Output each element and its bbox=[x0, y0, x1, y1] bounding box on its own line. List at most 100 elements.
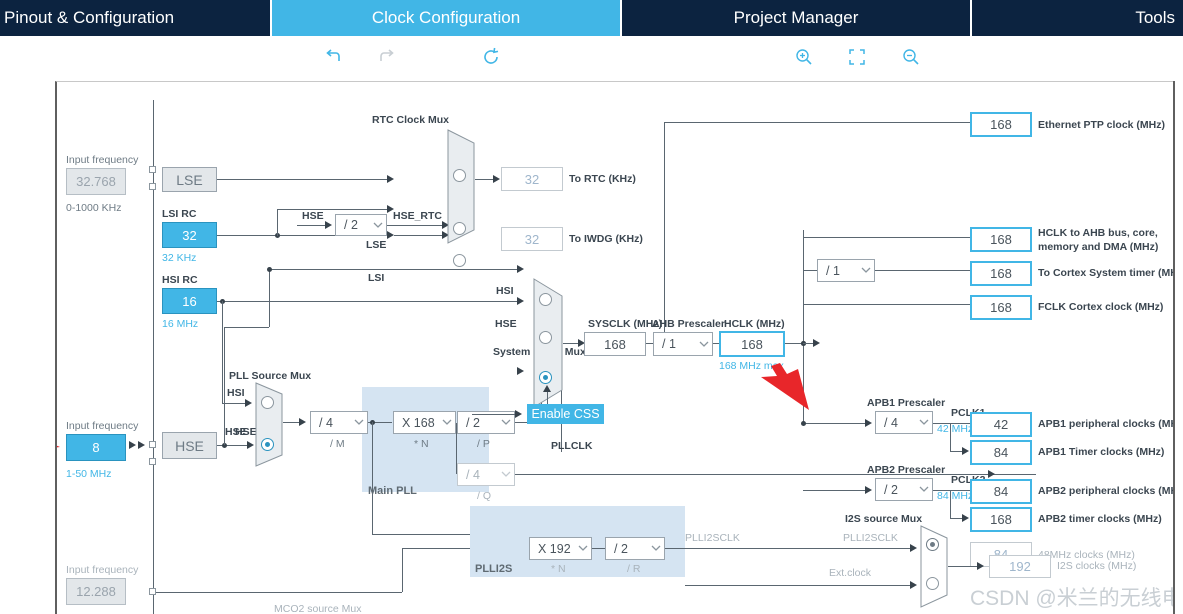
hse-pllmux-arrow bbox=[247, 441, 254, 449]
output-apb2-peripheral-field[interactable]: 84 bbox=[970, 479, 1032, 504]
rtc-mux-option-hse-rtc[interactable] bbox=[453, 169, 466, 182]
i2s-mux-option-plli2sclk[interactable] bbox=[926, 538, 939, 551]
clock-tree-canvas[interactable]: Input frequency 32.768 0-1000 KHz LSE LS… bbox=[55, 81, 1173, 614]
pll-source-option-hse[interactable] bbox=[261, 438, 274, 451]
to-rtc-output-field[interactable]: 32 bbox=[501, 167, 563, 191]
plli2s-n-multiplier-select[interactable]: X 192 bbox=[529, 537, 592, 560]
tab-clock-configuration[interactable]: Clock Configuration bbox=[272, 0, 622, 36]
undo-icon[interactable] bbox=[320, 44, 346, 70]
i2s-input-pin[interactable] bbox=[149, 588, 156, 595]
apb2-prescaler-value: / 2 bbox=[884, 482, 898, 497]
i2s-input-wire bbox=[156, 592, 402, 593]
sysmux-option-pllclk[interactable] bbox=[539, 371, 552, 384]
hse-top-seg bbox=[224, 327, 269, 328]
lsi-branch-top bbox=[277, 209, 387, 210]
hse-to-sysmux bbox=[269, 269, 517, 270]
pll-source-mux[interactable] bbox=[255, 382, 283, 467]
lse-range-label: 0-1000 KHz bbox=[66, 202, 122, 214]
i2s-clocks-output-field[interactable]: 192 bbox=[989, 555, 1051, 578]
fit-to-screen-icon[interactable] bbox=[844, 44, 870, 70]
output-fclk-cortex-field[interactable]: 168 bbox=[970, 295, 1032, 320]
plli2s-r-label: / R bbox=[627, 563, 641, 575]
tab-label: Pinout & Configuration bbox=[4, 8, 175, 27]
redo-icon[interactable] bbox=[374, 44, 400, 70]
chevron-down-icon bbox=[351, 412, 367, 433]
hclk-title: HCLK (MHz) bbox=[724, 318, 785, 330]
hse-input-frequency-field[interactable]: 8 bbox=[66, 434, 126, 461]
pll-n-label: * N bbox=[414, 438, 429, 450]
sysclk-title: SYSCLK (MHz) bbox=[588, 318, 663, 330]
output-cortex-system-timer-field[interactable]: 168 bbox=[970, 261, 1032, 286]
i2s-out-arrow bbox=[977, 562, 984, 570]
chevron-down-icon bbox=[370, 215, 386, 235]
rtc-hse-wire bbox=[297, 225, 327, 226]
hsi-value-field[interactable]: 16 bbox=[162, 288, 217, 314]
lse-input-frequency-field[interactable]: 32.768 bbox=[66, 168, 126, 195]
pll-source-option-hsi[interactable] bbox=[261, 396, 274, 409]
ahb-prescaler-value: / 1 bbox=[662, 337, 676, 351]
hsi-to-pllmux bbox=[222, 403, 246, 404]
lsi-value-field[interactable]: 32 bbox=[162, 222, 217, 248]
tab-project-manager[interactable]: Project Manager bbox=[622, 0, 972, 36]
lse-block[interactable]: LSE bbox=[162, 167, 217, 192]
tab-pinout-configuration[interactable]: Pinout & Configuration bbox=[0, 0, 272, 36]
hclk-value-field[interactable]: 168 bbox=[719, 331, 785, 357]
enable-css-button[interactable]: Enable CSS bbox=[527, 404, 604, 424]
cortex-divider-value: / 1 bbox=[826, 263, 840, 278]
lse-pin-bottom[interactable] bbox=[149, 183, 156, 190]
pll-q-divider-select[interactable]: / 4 bbox=[457, 463, 515, 486]
zoom-out-icon[interactable] bbox=[898, 44, 924, 70]
lsi-title: LSI RC bbox=[162, 208, 197, 220]
tab-tools[interactable]: Tools bbox=[972, 0, 1183, 36]
reload-icon[interactable] bbox=[478, 44, 504, 70]
hse-block[interactable]: HSE bbox=[162, 432, 217, 459]
hse-pin-bottom[interactable] bbox=[149, 458, 156, 465]
hsi-wire bbox=[217, 301, 517, 302]
lse-pin-top[interactable] bbox=[149, 166, 156, 173]
rtc-mux-option-lsi[interactable] bbox=[453, 254, 466, 267]
i2s-input-frequency-field[interactable]: 12.288 bbox=[66, 578, 126, 605]
apb1-prescaler-title: APB1 Prescaler bbox=[867, 397, 946, 409]
output-apb1-timer-field[interactable]: 84 bbox=[970, 440, 1032, 465]
sysmux-option-hsi[interactable] bbox=[539, 293, 552, 306]
hse-pin-top[interactable] bbox=[149, 441, 156, 448]
pll-q-value: / 4 bbox=[466, 467, 480, 482]
plli2sclk-wire bbox=[665, 548, 913, 549]
apb1-timer-in-arrow bbox=[962, 447, 969, 455]
zoom-in-icon[interactable] bbox=[791, 44, 817, 70]
output-ethernet-ptp-field[interactable]: 168 bbox=[970, 112, 1032, 137]
ahb-prescaler-select[interactable]: / 1 bbox=[653, 332, 713, 356]
pll-n-multiplier-select[interactable]: X 168 bbox=[393, 411, 456, 434]
apb2-timer-in-arrow bbox=[962, 514, 969, 522]
sysmux-option-hse[interactable] bbox=[539, 331, 552, 344]
pll-m-label: / M bbox=[330, 438, 345, 450]
rtc-hse-divider-select[interactable]: / 2 bbox=[335, 214, 387, 236]
apb2-arrow bbox=[865, 486, 872, 494]
output-cortex-system-timer-label: To Cortex System timer (MHz) bbox=[1038, 267, 1173, 279]
apb2-prescaler-select[interactable]: / 2 bbox=[875, 478, 933, 501]
rtc-hse-label: HSE bbox=[302, 210, 324, 222]
pll-m-divider-select[interactable]: / 4 bbox=[310, 411, 368, 434]
hsi-title: HSI RC bbox=[162, 274, 198, 286]
output-apb1-peripheral-field[interactable]: 42 bbox=[970, 412, 1032, 437]
output-apb2-timer-field[interactable]: 168 bbox=[970, 507, 1032, 532]
plli2s-r-divider-select[interactable]: / 2 bbox=[605, 537, 665, 560]
lse-wire-arrow bbox=[387, 175, 394, 183]
cortex-system-timer-divider-select[interactable]: / 1 bbox=[817, 259, 875, 282]
mco2-source-mux-title: MCO2 source Mux bbox=[274, 603, 362, 614]
sysclk-value-field[interactable]: 168 bbox=[584, 332, 646, 356]
main-tab-bar: Pinout & Configuration Clock Configurati… bbox=[0, 0, 1183, 36]
hse-in-arrow2 bbox=[138, 441, 145, 449]
main-pll-title: Main PLL bbox=[368, 485, 417, 497]
i2s-mux-plli2sclk-label: PLLI2SCLK bbox=[843, 532, 898, 544]
apb1-prescaler-select[interactable]: / 4 bbox=[875, 411, 933, 434]
i2s-mux-option-ext-clock[interactable] bbox=[926, 577, 939, 590]
chevron-down-icon bbox=[916, 412, 932, 433]
chevron-down-icon bbox=[916, 479, 932, 500]
output-hclk-ahb-field[interactable]: 168 bbox=[970, 227, 1032, 252]
output-apb2-peripheral-label: APB2 peripheral clocks (MHz) bbox=[1038, 485, 1173, 497]
rtc-mux-option-lse[interactable] bbox=[453, 222, 466, 235]
to-iwdg-output-field[interactable]: 32 bbox=[501, 227, 563, 251]
pll-q-label: / Q bbox=[477, 490, 492, 502]
sysclk-eth-wire bbox=[664, 122, 988, 123]
